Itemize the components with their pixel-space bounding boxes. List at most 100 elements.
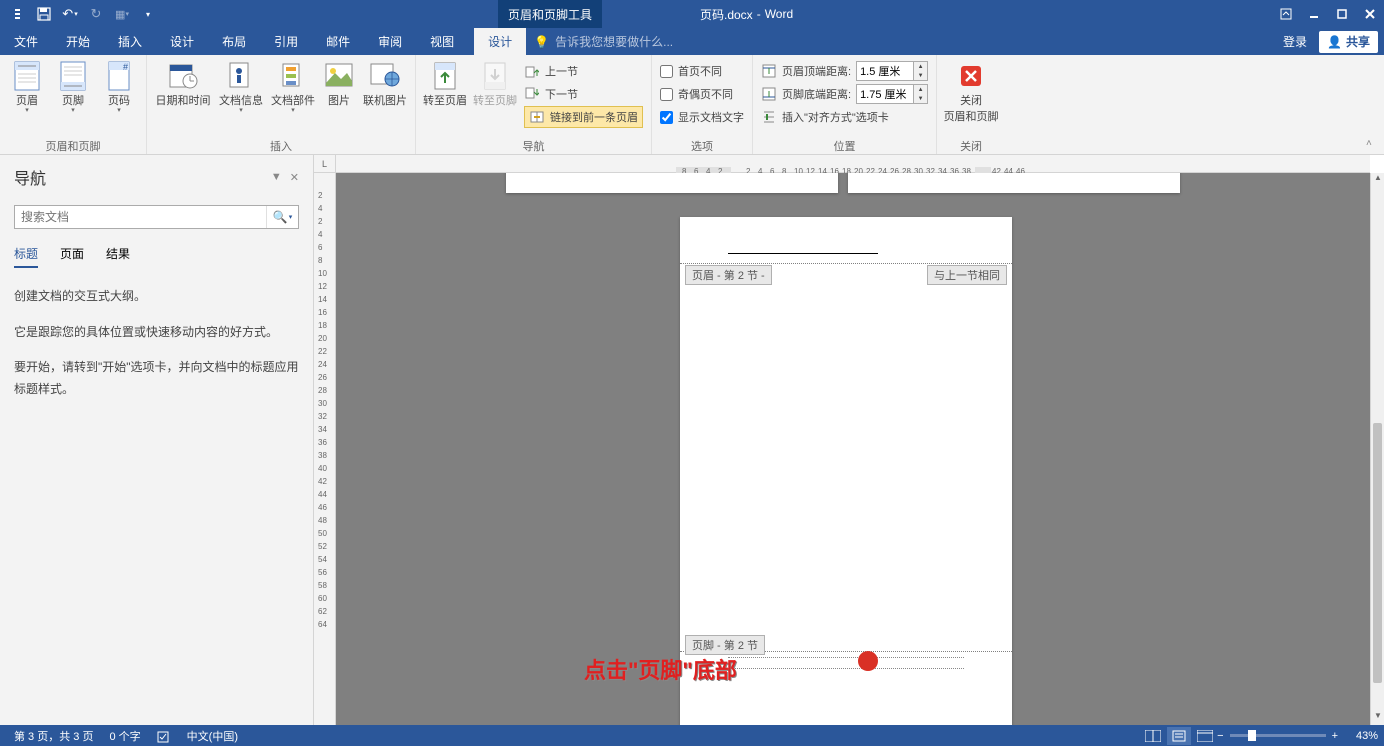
online-picture-button[interactable]: 联机图片 [359, 58, 411, 108]
zoom-slider[interactable] [1230, 734, 1326, 737]
vertical-scrollbar[interactable]: ▲ ▼ [1370, 173, 1384, 725]
word-count[interactable]: 0 个字 [101, 728, 148, 744]
tab-home[interactable]: 开始 [52, 28, 104, 55]
header-top-input[interactable] [856, 61, 914, 81]
spell-check-icon[interactable] [149, 729, 179, 743]
next-section-button[interactable]: 下一节 [524, 83, 643, 105]
save-button[interactable] [32, 2, 56, 26]
word-menu-icon[interactable] [6, 2, 30, 26]
tab-header-footer-design[interactable]: 设计 [474, 28, 526, 55]
previous-section-button[interactable]: 上一节 [524, 60, 643, 82]
zoom-out-button[interactable]: − [1217, 730, 1223, 742]
qat-item[interactable]: ▦▾ [110, 2, 134, 26]
redo-button[interactable]: ↻ [84, 2, 108, 26]
close-label2: 页眉和页脚 [944, 108, 999, 124]
close-header-footer-button[interactable]: 关闭 页眉和页脚 [941, 58, 1001, 124]
goto-footer-label: 转至页脚 [473, 92, 517, 108]
checkbox[interactable] [660, 88, 673, 101]
minimize-button[interactable] [1300, 0, 1328, 28]
read-mode-button[interactable] [1141, 727, 1165, 745]
tab-review[interactable]: 审阅 [364, 28, 416, 55]
tab-references[interactable]: 引用 [260, 28, 312, 55]
nav-search: 🔍▾ [14, 205, 299, 229]
tab-view[interactable]: 视图 [416, 28, 468, 55]
tab-insert[interactable]: 插入 [104, 28, 156, 55]
header-button[interactable]: 页眉▾ [4, 58, 50, 114]
picture-button[interactable]: 图片 [319, 58, 359, 108]
tab-mailings[interactable]: 邮件 [312, 28, 364, 55]
share-button[interactable]: 👤共享 [1319, 31, 1378, 53]
web-layout-button[interactable] [1193, 727, 1217, 745]
tell-me-search[interactable]: 💡 告诉我您想要做什么... [534, 28, 673, 55]
prev-icon [524, 63, 540, 79]
collapse-ribbon-button[interactable]: ˄ [1366, 138, 1380, 152]
page[interactable]: 页眉 - 第 2 节 - 与上一节相同 页脚 - 第 2 节 [680, 217, 1012, 725]
footer-button[interactable]: 页脚▾ [50, 58, 96, 114]
align-tab-icon [761, 109, 777, 125]
doc-parts-button[interactable]: 文档部件▾ [267, 58, 319, 114]
group-label: 选项 [656, 138, 748, 154]
zoom-in-button[interactable]: + [1332, 730, 1338, 742]
horizontal-ruler[interactable]: L 86422468101214161820222426283032343638… [314, 155, 1370, 173]
annotation-dot [858, 651, 878, 671]
zoom-level[interactable]: 43% [1344, 730, 1378, 742]
zoom-control: − + 43% [1217, 730, 1378, 742]
date-time-button[interactable]: 日期和时间 [151, 58, 215, 108]
search-input[interactable] [15, 206, 266, 228]
nav-tab-headings[interactable]: 标题 [14, 245, 38, 268]
document-title: 页码.docx - Word [700, 6, 793, 23]
print-layout-button[interactable] [1167, 727, 1191, 745]
show-document-text-checkbox[interactable]: 显示文档文字 [660, 106, 744, 128]
tab-file[interactable]: 文件 [0, 28, 52, 55]
close-button[interactable] [1356, 0, 1384, 28]
nav-tab-pages[interactable]: 页面 [60, 245, 84, 268]
undo-button[interactable]: ↶▾ [58, 2, 82, 26]
tab-layout[interactable]: 布局 [208, 28, 260, 55]
ribbon-display-options[interactable] [1272, 0, 1300, 28]
checkbox[interactable] [660, 65, 673, 78]
spin-up[interactable]: ▲ [914, 85, 927, 94]
nav-close-button[interactable]: ✕ [290, 171, 299, 184]
goto-header-button[interactable]: 转至页眉 [420, 58, 470, 108]
page-number-button[interactable]: # 页码▾ [96, 58, 142, 114]
maximize-button[interactable] [1328, 0, 1356, 28]
ruler-corner[interactable]: L [314, 155, 336, 173]
zoom-slider-knob[interactable] [1248, 730, 1256, 741]
insert-alignment-tab-button[interactable]: 插入"对齐方式"选项卡 [761, 106, 928, 128]
goto-footer-button[interactable]: 转至页脚 [470, 58, 520, 108]
page-fragment [506, 173, 838, 193]
group-navigation: 转至页眉 转至页脚 上一节 下一节 链接到前一条页眉 导航 [416, 55, 652, 154]
nav-help-p2: 它是跟踪您的具体位置或快速移动内容的好方式。 [14, 322, 299, 344]
search-go-button[interactable]: 🔍▾ [266, 206, 298, 228]
document-editor: L 86422468101214161820222426283032343638… [314, 155, 1384, 725]
tab-design[interactable]: 设计 [156, 28, 208, 55]
different-first-page-checkbox[interactable]: 首页不同 [660, 60, 744, 82]
spin-down[interactable]: ▼ [914, 71, 927, 80]
header-icon [11, 60, 43, 92]
scroll-down-button[interactable]: ▼ [1371, 711, 1384, 725]
vertical-ruler[interactable]: 2424681012141618202224262830323436384042… [314, 173, 336, 725]
group-label: 关闭 [941, 138, 1001, 154]
document-canvas[interactable]: 页眉 - 第 2 节 - 与上一节相同 页脚 - 第 2 节 点击"页脚"底部 [336, 173, 1370, 725]
language-indicator[interactable]: 中文(中国) [179, 728, 246, 744]
spin-down[interactable]: ▼ [914, 94, 927, 103]
login-button[interactable]: 登录 [1275, 33, 1315, 50]
spin-up[interactable]: ▲ [914, 62, 927, 71]
tell-me-placeholder: 告诉我您想要做什么... [555, 33, 673, 50]
scroll-up-button[interactable]: ▲ [1371, 173, 1384, 187]
header-distance-icon [761, 63, 777, 79]
doc-parts-icon [277, 60, 309, 92]
doc-info-button[interactable]: 文档信息▾ [215, 58, 267, 114]
nav-tab-results[interactable]: 结果 [106, 245, 130, 268]
group-position: 页眉顶端距离: ▲▼ 页脚底端距离: ▲▼ 插入"对齐方式"选项卡 位置 [753, 55, 937, 154]
contextual-tab-label: 页眉和页脚工具 [498, 0, 602, 28]
checkbox[interactable] [660, 111, 673, 124]
link-to-previous-button[interactable]: 链接到前一条页眉 [524, 106, 643, 128]
different-odd-even-checkbox[interactable]: 奇偶页不同 [660, 83, 744, 105]
scrollbar-thumb[interactable] [1373, 423, 1382, 683]
nav-dropdown-button[interactable]: ▼ [271, 171, 282, 184]
page-indicator[interactable]: 第 3 页，共 3 页 [6, 728, 101, 744]
qat-customize[interactable]: ▾ [136, 2, 160, 26]
app-name: Word [765, 7, 793, 21]
footer-bottom-input[interactable] [856, 84, 914, 104]
